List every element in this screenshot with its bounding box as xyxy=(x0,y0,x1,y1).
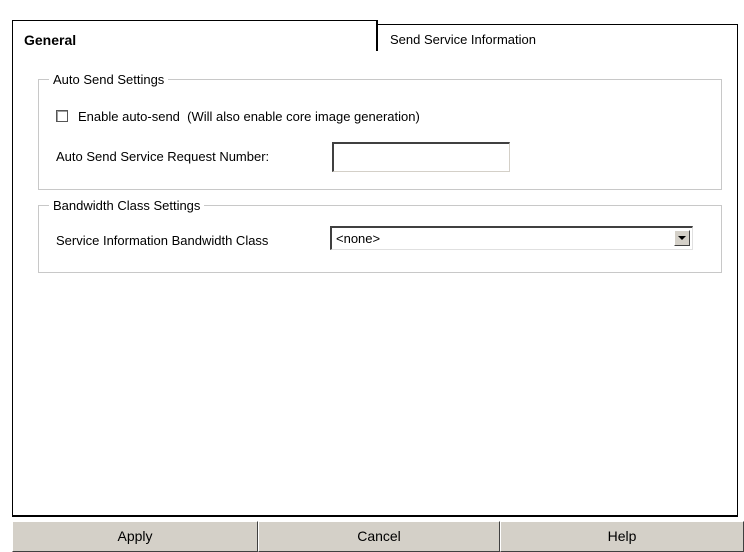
apply-button[interactable]: Apply xyxy=(12,521,258,552)
bandwidth-class-dropdown-button[interactable] xyxy=(674,230,690,246)
bandwidth-class-select[interactable]: <none> xyxy=(330,226,693,250)
tab-send-service-information-label: Send Service Information xyxy=(390,32,536,47)
tab-general[interactable]: General xyxy=(12,20,378,52)
enable-auto-send-checkbox[interactable] xyxy=(56,110,68,122)
tab-general-label: General xyxy=(24,32,77,48)
enable-auto-send-row[interactable]: Enable auto-send (Will also enable core … xyxy=(56,108,420,124)
help-button[interactable]: Help xyxy=(500,521,744,552)
request-number-row: Auto Send Service Request Number: xyxy=(56,148,269,164)
request-number-label: Auto Send Service Request Number: xyxy=(56,148,270,164)
bandwidth-class-label: Service Information Bandwidth Class xyxy=(56,232,269,248)
enable-auto-send-label: Enable auto-send (Will also enable core … xyxy=(78,108,420,124)
bandwidth-class-selected-value: <none> xyxy=(336,231,381,246)
tab-send-service-information[interactable]: Send Service Information xyxy=(378,24,738,52)
bandwidth-class-settings-legend: Bandwidth Class Settings xyxy=(53,198,201,213)
request-number-input[interactable] xyxy=(332,142,510,172)
auto-send-settings-group: Auto Send Settings xyxy=(38,72,722,190)
cancel-button[interactable]: Cancel xyxy=(258,521,500,552)
bandwidth-class-row: Service Information Bandwidth Class xyxy=(56,232,268,248)
auto-send-settings-legend: Auto Send Settings xyxy=(53,72,165,87)
chevron-down-icon xyxy=(678,236,686,240)
